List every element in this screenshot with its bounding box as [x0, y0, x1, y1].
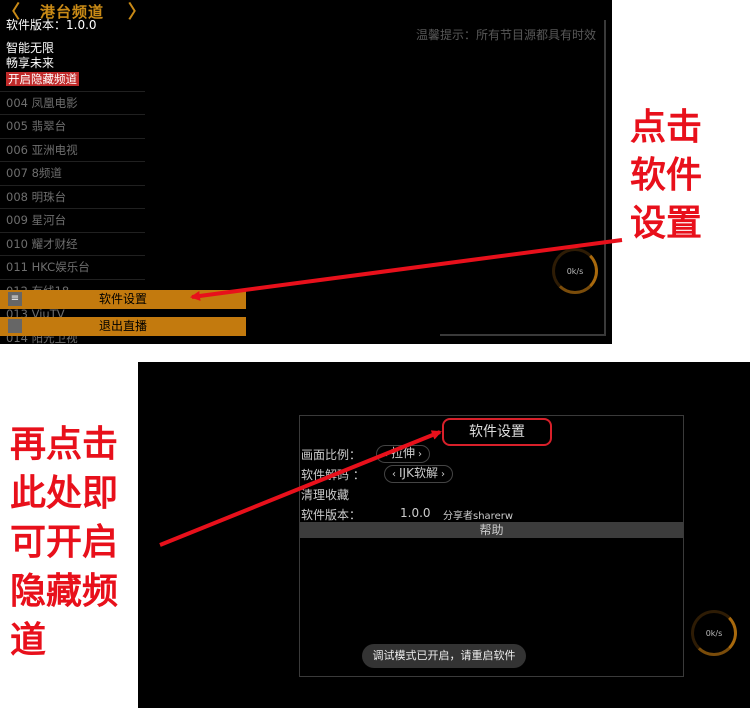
info-overlay: 软件版本：1.0.0 智能无限 畅享未来	[6, 18, 97, 71]
callout-line: 再点击	[10, 424, 119, 465]
frame-line	[604, 20, 606, 336]
chevron-left-icon[interactable]: ‹	[389, 469, 399, 480]
callout-click-here: 再点击 此处即 可开启 隐藏频 道	[10, 420, 134, 665]
exit-live-button[interactable]: 退出直播	[0, 317, 246, 336]
notice-text: 温馨提示：所有节目源都具有时效	[416, 28, 597, 42]
chevron-left-icon[interactable]: ‹	[381, 449, 391, 460]
chevron-right-icon[interactable]: ›	[415, 449, 425, 460]
channel-item[interactable]: 006 亚洲电视	[0, 139, 145, 162]
chevron-right-icon[interactable]: ›	[438, 469, 448, 480]
next-group-arrow-icon[interactable]: 〉	[128, 0, 146, 24]
version-label[interactable]: 软件版本：	[301, 506, 361, 523]
slogan-line-1: 智能无限	[6, 41, 55, 55]
help-button[interactable]: 帮助	[300, 522, 683, 538]
channel-item[interactable]: 009 星河台	[0, 209, 145, 233]
exit-live-label: 退出直播	[98, 319, 147, 333]
aspect-ratio-selector[interactable]: ‹ 拉伸 ›	[376, 445, 431, 463]
version-value: 1.0.0	[400, 506, 431, 520]
decoder-value: IJK软解	[399, 466, 438, 480]
sharer-text: 分享者sharerw	[443, 511, 514, 522]
software-settings-label: 软件设置	[98, 292, 147, 306]
speed-indicator: 0k/s	[691, 610, 737, 656]
menu-icon: ≡	[8, 292, 22, 306]
settings-title[interactable]: 软件设置	[442, 418, 552, 446]
stop-icon	[8, 319, 22, 333]
channel-item[interactable]: 005 翡翠台	[0, 115, 145, 139]
callout-click-settings: 点击 软件 设置	[630, 104, 720, 248]
hidden-channel-toggle[interactable]: 开启隐藏频道	[0, 68, 145, 92]
frame-line	[440, 334, 606, 336]
callout-line: 此处即	[10, 473, 119, 514]
settings-panel: 软件设置 画面比例： ‹ 拉伸 › 软件解码 ： ‹ IJK软解 › 清理收藏 软件版本…	[299, 415, 684, 677]
channel-item[interactable]: 007 8频道	[0, 162, 145, 186]
callout-line: 设置	[630, 203, 703, 244]
bottom-screenshot: 软件设置 画面比例： ‹ 拉伸 › 软件解码 ： ‹ IJK软解 › 清理收藏 软件版本…	[138, 362, 750, 708]
decoder-selector[interactable]: ‹ IJK软解 ›	[384, 465, 453, 483]
aspect-ratio-value: 拉伸	[391, 446, 416, 460]
callout-line: 道	[10, 620, 47, 661]
callout-line: 隐藏频	[10, 571, 119, 612]
callout-line: 可开启	[10, 522, 119, 563]
clear-favorites-button[interactable]: 清理收藏	[301, 486, 349, 503]
channel-item[interactable]: 010 耀才财经	[0, 233, 145, 256]
hidden-channel-label: 开启隐藏频道	[6, 72, 79, 86]
top-screenshot: 〈 港台频道 〉 软件版本：1.0.0 智能无限 畅享未来 开启隐藏频道 004…	[0, 0, 612, 344]
channel-item[interactable]: 008 明珠台	[0, 186, 145, 209]
callout-line: 软件	[630, 155, 703, 196]
channel-item[interactable]: 004 凤凰电影	[0, 92, 145, 115]
channel-item[interactable]: 011 HKC娱乐台	[0, 256, 145, 280]
debug-mode-toast: 调试模式已开启，请重启软件	[362, 644, 526, 668]
speed-indicator: 0k/s	[552, 248, 598, 294]
callout-line: 点击	[630, 107, 703, 148]
aspect-ratio-label: 画面比例：	[301, 448, 362, 462]
decoder-label: 软件解码 ：	[301, 468, 365, 482]
version-text: 软件版本：1.0.0	[6, 18, 97, 32]
software-settings-button[interactable]: ≡ 软件设置	[0, 290, 246, 309]
